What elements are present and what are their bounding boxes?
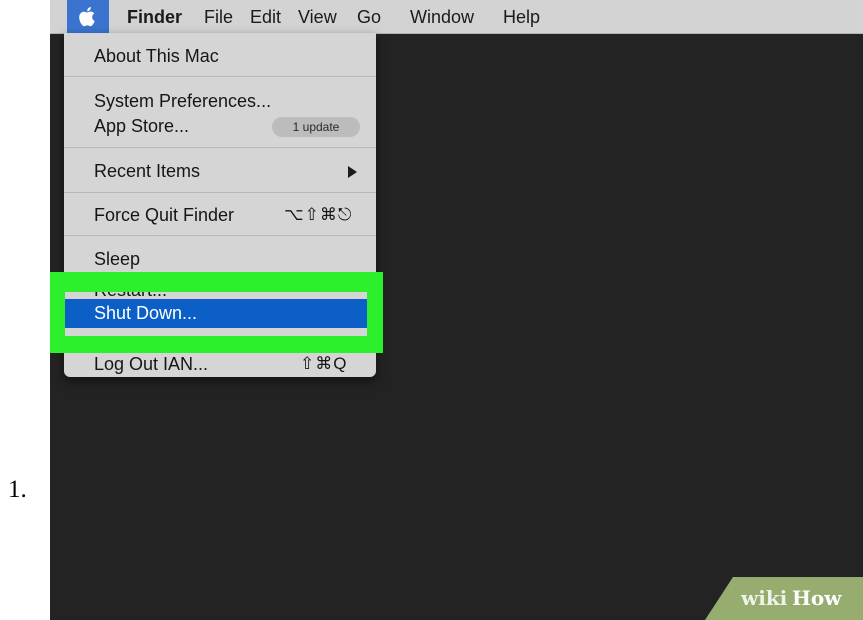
menu-separator xyxy=(64,235,376,236)
log-out-shortcut: ⇧⌘Q xyxy=(300,354,348,373)
menubar-view[interactable]: View xyxy=(298,7,337,27)
menubar-edit[interactable]: Edit xyxy=(250,7,281,27)
menu-item-shut-down[interactable]: Shut Down... xyxy=(65,299,367,328)
green-highlight-annotation: Restart... Shut Down... xyxy=(50,272,383,353)
menu-separator xyxy=(64,76,376,77)
menu-item-system-preferences[interactable]: System Preferences... xyxy=(94,90,271,112)
mac-screen: Finder File Edit View Go Window Help Abo… xyxy=(50,0,863,620)
menu-item-app-store[interactable]: App Store... xyxy=(94,115,189,137)
list-number: 1. xyxy=(8,476,27,503)
menu-bar: Finder File Edit View Go Window Help xyxy=(50,0,863,34)
menu-item-force-quit-finder[interactable]: Force Quit Finder xyxy=(94,204,234,226)
menu-item-sleep[interactable]: Sleep xyxy=(94,248,140,270)
highlighted-menu-region: Restart... Shut Down... xyxy=(65,292,367,336)
submenu-arrow-icon xyxy=(348,166,357,178)
menu-item-about-this-mac[interactable]: About This Mac xyxy=(94,45,219,67)
update-badge: 1 update xyxy=(272,117,360,137)
apple-icon xyxy=(79,7,95,27)
menubar-window[interactable]: Window xyxy=(410,7,474,27)
menubar-go[interactable]: Go xyxy=(357,7,381,27)
menu-item-log-out[interactable]: Log Out IAN... xyxy=(94,353,208,375)
menu-item-recent-items[interactable]: Recent Items xyxy=(94,160,200,182)
menubar-finder[interactable]: Finder xyxy=(127,7,182,27)
shut-down-label: Shut Down... xyxy=(94,303,198,323)
watermark-wiki: wiki xyxy=(741,586,788,610)
menubar-file[interactable]: File xyxy=(204,7,233,27)
watermark-how: How xyxy=(792,586,842,610)
menu-separator xyxy=(64,147,376,148)
apple-menu-button[interactable] xyxy=(67,0,109,33)
menubar-help[interactable]: Help xyxy=(503,7,540,27)
menu-separator xyxy=(64,192,376,193)
wikihow-watermark: wiki How xyxy=(705,577,863,620)
force-quit-shortcut: ⌥⇧⌘⎋ xyxy=(284,205,353,224)
